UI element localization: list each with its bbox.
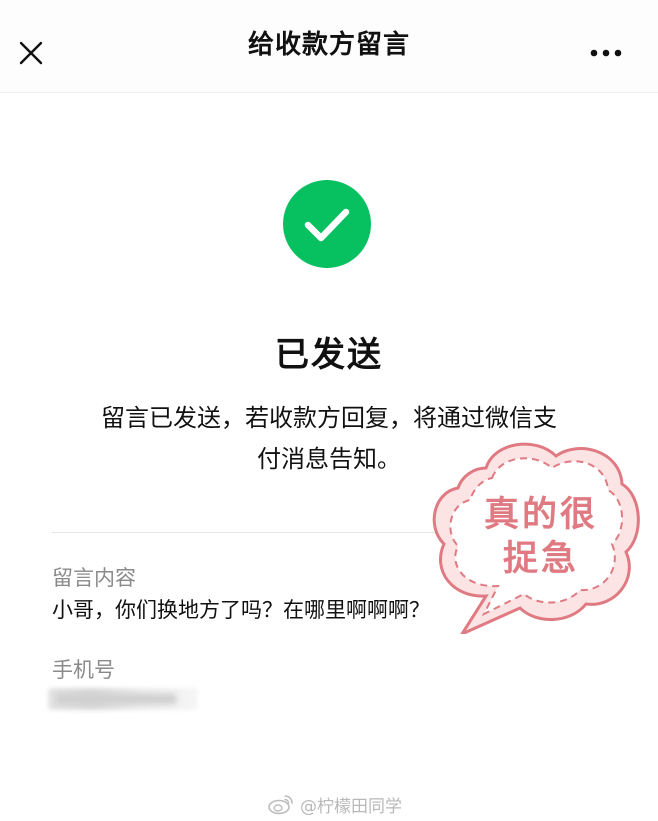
phone-value-blurred [48,684,228,714]
check-circle-icon [283,180,371,268]
top-bar: 给收款方留言 [0,0,658,93]
speech-bubble-sticker: 真的很 捉急 [428,438,642,634]
page: 给收款方留言 已发送 留言已发送，若收款方回复，将通过微信支 付消息告知。 留言… [0,0,658,821]
phone-label: 手机号 [52,658,115,682]
watermark: @柠檬田同学 [268,792,402,817]
more-button[interactable] [588,44,628,62]
sticker-line1: 真的很 [483,495,598,535]
message-value: 小哥，你们换地方了吗？在哪里啊啊啊？ [52,598,430,622]
watermark-text: @柠檬田同学 [300,796,402,817]
status-description-line1: 留言已发送，若收款方回复，将通过微信支 [101,404,557,432]
status-title: 已发送 [275,335,383,375]
speech-bubble-icon [432,442,640,634]
message-label: 留言内容 [52,566,136,590]
page-title: 给收款方留言 [247,30,410,60]
sticker-line2: 捉急 [502,539,579,579]
more-horizontal-icon [590,49,622,57]
success-check-icon [283,180,371,268]
weibo-icon [268,795,293,815]
